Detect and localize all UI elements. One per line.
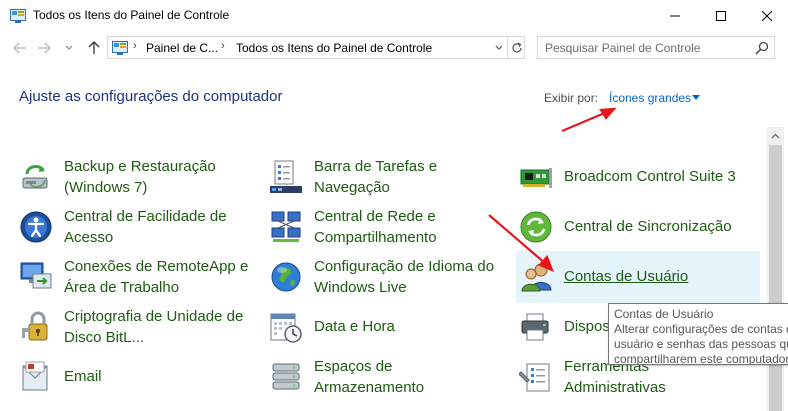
back-button[interactable] [10, 38, 30, 58]
ease-of-access-icon [19, 210, 53, 244]
annotation-arrowhead-view-by [599, 107, 617, 120]
taskbar-icon [269, 160, 303, 194]
item-storage-spaces[interactable]: Espaços de Armazenamento [269, 354, 499, 400]
arrow-right-icon [38, 42, 51, 54]
control-panel-icon [10, 9, 26, 23]
item-broadcom[interactable]: Broadcom Control Suite 3 [519, 154, 759, 200]
item-label: Conexões de RemoteApp e [64, 258, 249, 275]
item-label: Dispos [564, 318, 610, 335]
item-user-accounts[interactable]: Contas de Usuário [516, 251, 760, 303]
view-by-dropdown[interactable]: Ícones grandes [609, 91, 691, 105]
annotation-arrow-view-by [561, 110, 608, 133]
breadcrumb-separator-icon[interactable]: › [133, 40, 137, 52]
network-card-icon [519, 160, 553, 194]
search-input[interactable]: Pesquisar Painel de Controle [545, 41, 700, 55]
arrow-left-icon [13, 42, 26, 54]
remoteapp-icon [19, 260, 53, 294]
title-bar: Todos os Itens do Painel de Controle [0, 0, 788, 32]
search-box[interactable]: Pesquisar Painel de Controle [537, 36, 775, 59]
item-devices-printers[interactable]: Dispos [519, 304, 610, 350]
maximize-button[interactable] [698, 0, 744, 31]
user-accounts-icon [520, 260, 554, 294]
refresh-button[interactable] [507, 37, 525, 58]
globe-icon [269, 260, 303, 294]
chevron-down-icon [65, 45, 73, 50]
item-label-line2: Windows Live [314, 279, 407, 296]
scrollbar-thumb[interactable] [769, 145, 782, 411]
item-label-line2: (Windows 7) [64, 179, 148, 196]
item-label: Espaços de [314, 358, 393, 375]
arrow-up-icon [88, 41, 100, 54]
tooltip-line: usuário e senhas das pessoas que [614, 337, 788, 351]
item-label: Broadcom Control Suite 3 [564, 168, 736, 185]
caret-down-icon[interactable] [692, 95, 700, 100]
recent-locations-button[interactable] [62, 38, 76, 58]
item-backup-restore[interactable]: Backup e Restauração (Windows 7) [19, 154, 249, 200]
scroll-up-button[interactable] [767, 127, 784, 144]
close-icon [762, 10, 772, 21]
item-label-line2: Navegação [314, 179, 390, 196]
item-label-line2: Administrativas [564, 379, 666, 396]
forward-button[interactable] [34, 38, 54, 58]
item-label: Central de Facilidade de [64, 208, 227, 225]
view-by-label: Exibir por: [544, 91, 599, 105]
sync-center-icon [519, 210, 553, 244]
tooltip-line: compartilharem este computador. [614, 352, 788, 365]
admin-tools-icon [518, 360, 553, 394]
tooltip-title: Contas de Usuário [614, 307, 714, 321]
item-label-line2: Disco BitL... [64, 329, 145, 346]
storage-spaces-icon [269, 360, 303, 394]
refresh-icon [511, 41, 522, 52]
printer-icon [519, 310, 553, 344]
item-label: Contas de Usuário [564, 268, 689, 285]
item-label: Central de Sincronização [564, 218, 732, 235]
tooltip-line: Alterar configurações de contas de [614, 322, 788, 336]
item-network-sharing[interactable]: Central de Rede e Compartilhamento [269, 204, 499, 250]
tooltip: Contas de Usuário Alterar configurações … [608, 303, 788, 365]
navigation-bar: › Painel de C... › Todos os Itens do Pai… [0, 32, 788, 64]
item-sync-center[interactable]: Central de Sincronização [519, 204, 759, 250]
item-ease-of-access[interactable]: Central de Facilidade de Acesso [19, 204, 249, 250]
breadcrumb-all-items[interactable]: Todos os Itens do Painel de Controle [236, 41, 432, 55]
item-label: Criptografia de Unidade de [64, 308, 244, 325]
address-history-button[interactable] [489, 37, 507, 58]
item-label: Backup e Restauração [64, 158, 216, 175]
item-bitlocker[interactable]: Criptografia de Unidade de Disco BitL... [19, 304, 259, 350]
breadcrumb-control-panel[interactable]: Painel de C... [146, 41, 218, 55]
breadcrumb-separator-icon[interactable]: › [221, 40, 225, 52]
page-title: Ajuste as configurações do computador [19, 88, 283, 105]
item-label: Barra de Tarefas e [314, 158, 438, 175]
minimize-icon [670, 15, 680, 16]
backup-restore-icon [19, 160, 53, 194]
item-remoteapp[interactable]: Conexões de RemoteApp e Área de Trabalho [19, 254, 249, 300]
item-label-line2: Armazenamento [314, 379, 425, 396]
item-date-time[interactable]: Data e Hora [269, 304, 499, 350]
item-label-line2: Acesso [64, 229, 114, 246]
item-label: Data e Hora [314, 318, 395, 335]
close-button[interactable] [744, 0, 788, 31]
item-label: Central de Rede e [314, 208, 436, 225]
item-label-line2: Área de Trabalho [64, 279, 180, 296]
calendar-clock-icon [269, 310, 303, 344]
maximize-icon [716, 10, 726, 21]
up-button[interactable] [84, 38, 104, 58]
chevron-down-icon [495, 45, 502, 50]
control-panel-icon [112, 41, 128, 55]
minimize-button[interactable] [652, 0, 698, 31]
item-label: Email [64, 368, 102, 385]
chevron-up-icon [771, 133, 780, 138]
item-language-windows-live[interactable]: Configuração de Idioma do Windows Live [269, 254, 509, 300]
search-icon[interactable] [755, 41, 769, 55]
address-bar[interactable]: › Painel de C... › Todos os Itens do Pai… [107, 36, 525, 59]
window-title: Todos os Itens do Painel de Controle [33, 8, 230, 22]
mail-icon [19, 360, 53, 394]
item-label: Configuração de Idioma do [314, 258, 495, 275]
network-center-icon [269, 210, 303, 244]
item-label-line2: Compartilhamento [314, 229, 437, 246]
item-taskbar-navigation[interactable]: Barra de Tarefas e Navegação [269, 154, 499, 200]
bitlocker-icon [19, 310, 53, 344]
item-email[interactable]: Email [19, 354, 249, 400]
